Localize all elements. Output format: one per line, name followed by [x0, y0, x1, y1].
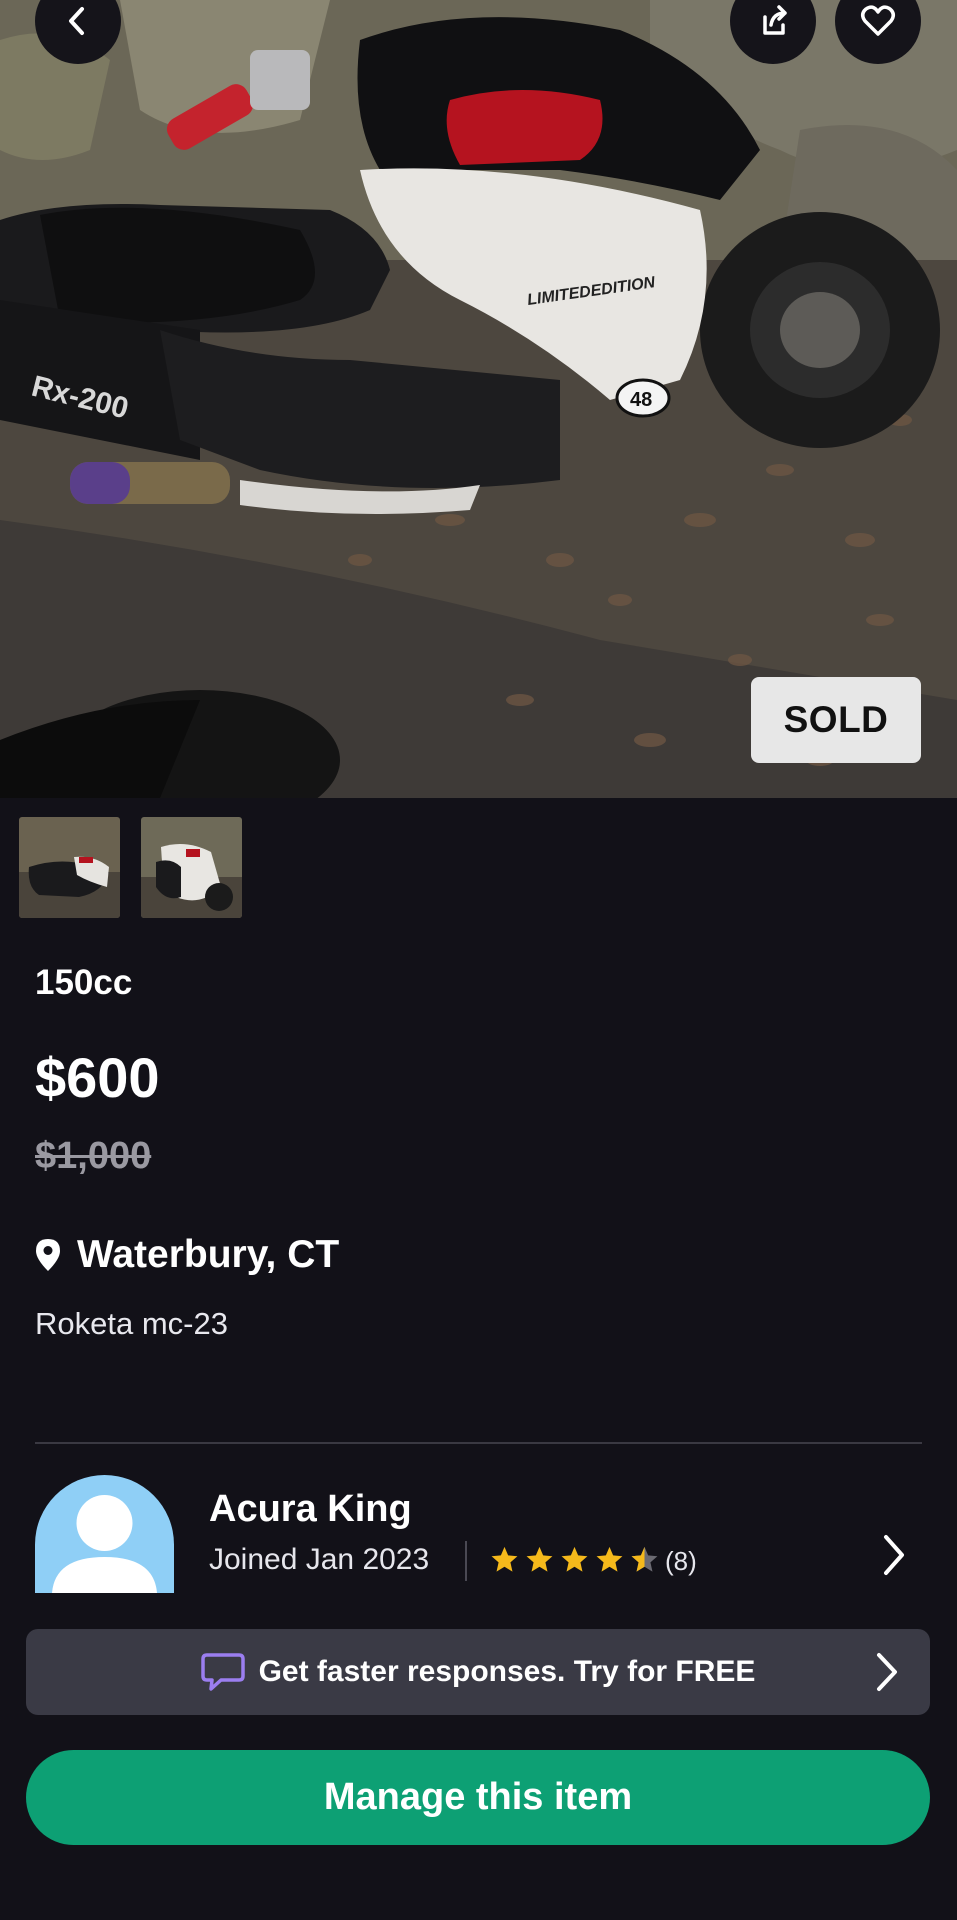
location-text: Waterbury, CT — [77, 1233, 340, 1276]
section-divider — [35, 1442, 922, 1444]
thumbnail-image — [141, 817, 242, 918]
manage-item-button[interactable]: Manage this item — [26, 1750, 930, 1845]
seller-joined-date: Joined Jan 2023 — [209, 1543, 430, 1576]
sold-badge: SOLD — [751, 677, 921, 763]
chat-bubble-icon — [200, 1653, 245, 1691]
listing-description: Roketa mc-23 — [35, 1306, 228, 1341]
thumbnail-1[interactable] — [17, 815, 122, 920]
star-icon — [561, 1546, 588, 1572]
half-star-icon — [631, 1546, 658, 1572]
map-pin-icon — [36, 1239, 60, 1271]
chevron-right-icon — [877, 1653, 897, 1691]
svg-text:48: 48 — [630, 389, 652, 411]
original-price: $1,000 — [35, 1135, 152, 1177]
thumbnail-strip — [17, 815, 244, 920]
rating-count: (8) — [665, 1546, 697, 1576]
separator — [465, 1541, 467, 1581]
chevron-right-icon — [884, 1535, 904, 1575]
default-user-icon — [35, 1475, 174, 1593]
seller-card[interactable]: Acura King Joined Jan 2023 (8) — [0, 1475, 957, 1593]
thumbnail-image — [19, 817, 120, 918]
seller-name: Acura King — [209, 1488, 412, 1530]
star-icon — [526, 1546, 553, 1572]
share-icon — [763, 5, 787, 35]
avatar[interactable] — [35, 1475, 174, 1593]
faster-responses-promo[interactable]: Get faster responses. Try for FREE — [26, 1629, 930, 1715]
thumbnail-2[interactable] — [139, 815, 244, 920]
star-icon — [491, 1546, 518, 1572]
star-icon — [596, 1546, 623, 1572]
listing-price: $600 — [35, 1046, 160, 1109]
chevron-left-icon — [69, 7, 84, 35]
heart-icon — [861, 5, 895, 36]
listing-title: 150cc — [35, 963, 133, 1002]
promo-text: Get faster responses. Try for FREE — [258, 1655, 756, 1688]
listing-location[interactable]: Waterbury, CT — [35, 1233, 339, 1277]
seller-rating-stars — [490, 1545, 659, 1574]
listing-photo[interactable]: 48 LIMITEDEDITION Rx-200 SOLD — [0, 0, 957, 798]
